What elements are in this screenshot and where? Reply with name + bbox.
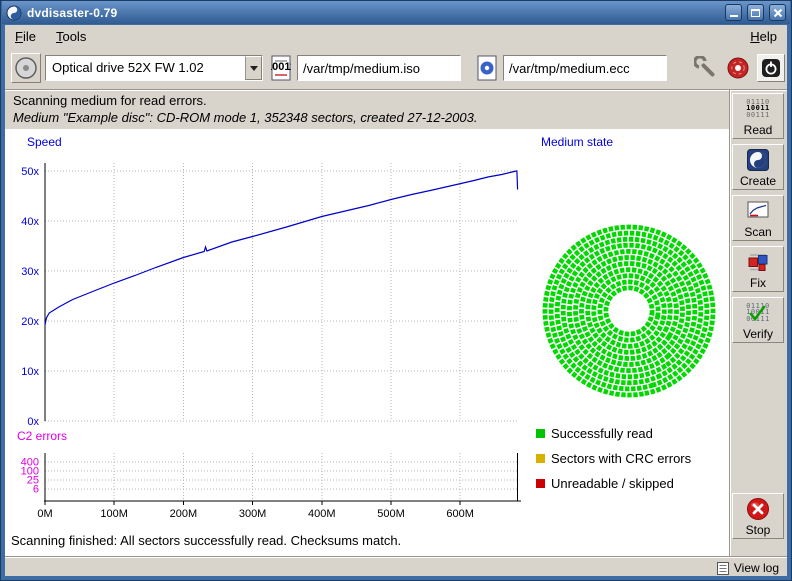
fix-button[interactable]: Fix <box>732 246 784 292</box>
window-title: dvdisaster-0.79 <box>27 6 117 20</box>
svg-text:600M: 600M <box>446 508 474 520</box>
svg-text:6: 6 <box>33 484 39 496</box>
stop-icon <box>746 496 770 522</box>
status-line-medium-info: Medium "Example disc": CD-ROM mode 1, 35… <box>13 110 477 125</box>
app-window: dvdisaster-0.79 File Tools Help <box>0 0 792 581</box>
view-log-button[interactable]: View log <box>717 559 779 576</box>
svg-text:400M: 400M <box>308 508 336 520</box>
drive-selector[interactable]: Optical drive 52X FW 1.02 <box>45 55 263 81</box>
menu-help[interactable]: Help <box>750 29 777 44</box>
c2-errors-chart: 0M100M200M300M400M500M600M400100256 <box>5 445 529 525</box>
preferences-button[interactable] <box>693 54 719 82</box>
toolbar: Optical drive 52X FW 1.02 10011 <box>5 47 787 89</box>
drive-button[interactable] <box>11 53 41 83</box>
svg-text:0x: 0x <box>27 416 39 427</box>
drive-icon <box>13 55 39 81</box>
verify-button[interactable]: 01110 10011 00111 Verify <box>732 297 784 343</box>
svg-text:40x: 40x <box>21 216 39 228</box>
footer-bar: View log <box>5 558 787 576</box>
menubar: File Tools Help <box>5 25 787 47</box>
menu-tools[interactable]: Tools <box>56 29 86 44</box>
fix-blocks-icon <box>747 249 769 275</box>
minimize-button[interactable] <box>725 4 742 21</box>
verify-check-icon: 01110 10011 00111 <box>746 300 770 326</box>
svg-text:30x: 30x <box>21 266 39 278</box>
create-button[interactable]: Create <box>732 144 784 190</box>
read-binary-icon: 01110 10011 00111 <box>746 96 770 122</box>
svg-text:100M: 100M <box>100 508 128 520</box>
svg-text:500M: 500M <box>377 508 405 520</box>
window-body: File Tools Help Optical drive 52X FW 1.0… <box>5 25 787 576</box>
ecc-file-icon <box>477 55 497 84</box>
svg-text:50x: 50x <box>21 166 39 178</box>
stop-button[interactable]: Stop <box>732 493 784 539</box>
chevron-down-icon <box>245 56 262 80</box>
maximize-icon <box>751 9 760 17</box>
scan-result-text: Scanning finished: All sectors successfu… <box>11 533 401 548</box>
svg-text:300M: 300M <box>239 508 267 520</box>
svg-text:10x: 10x <box>21 366 39 378</box>
medium-state-disc <box>535 217 723 405</box>
minimize-icon <box>730 15 738 17</box>
log-icon <box>717 562 729 575</box>
menu-file[interactable]: File <box>15 29 36 44</box>
drawing-area: Speed 0x 10x 20x 30x 40x 50x C2 errors 0M 100M… <box>5 129 729 556</box>
app-icon <box>6 5 22 21</box>
iso-file-icon: 10011 <box>271 55 291 84</box>
red-disc-icon <box>726 56 750 80</box>
scan-button[interactable]: Scan <box>732 195 784 241</box>
speed-chart-title: Speed <box>27 135 62 149</box>
svg-text:10011: 10011 <box>271 61 291 73</box>
ecc-file-input[interactable] <box>503 55 667 81</box>
legend-swatch-red <box>536 479 545 488</box>
read-button[interactable]: 01110 10011 00111 Read <box>732 93 784 139</box>
view-log-label: View log <box>734 561 779 575</box>
svg-text:20x: 20x <box>21 316 39 328</box>
speed-chart: 0x 10x 20x 30x 40x 50x <box>5 149 529 427</box>
wrench-icon <box>694 56 718 80</box>
toolbar-separator <box>5 89 787 91</box>
svg-text:200M: 200M <box>170 508 198 520</box>
status-line-action: Scanning medium for read errors. <box>13 93 207 108</box>
image-file-input[interactable] <box>297 55 461 81</box>
svg-text:0M: 0M <box>37 508 52 520</box>
drive-selector-value: Optical drive 52X FW 1.02 <box>46 56 245 80</box>
power-icon <box>759 56 783 80</box>
help-button[interactable] <box>725 54 751 82</box>
scan-graph-icon <box>747 198 769 224</box>
titlebar: dvdisaster-0.79 <box>2 1 790 24</box>
close-button[interactable] <box>769 4 786 21</box>
legend-swatch-yellow <box>536 454 545 463</box>
close-icon <box>773 8 783 18</box>
quit-button[interactable] <box>757 54 785 82</box>
maximize-button[interactable] <box>747 4 764 21</box>
yin-yang-icon <box>747 147 769 173</box>
legend-item-crc-errors: Sectors with CRC errors <box>536 451 691 465</box>
legend-item-unreadable: Unreadable / skipped <box>536 476 674 490</box>
legend-item-success: Successfully read <box>536 426 653 440</box>
legend-swatch-green <box>536 429 545 438</box>
c2-chart-title: C2 errors <box>17 429 67 443</box>
medium-state-title: Medium state <box>541 135 613 149</box>
sidebar-separator <box>729 90 731 556</box>
